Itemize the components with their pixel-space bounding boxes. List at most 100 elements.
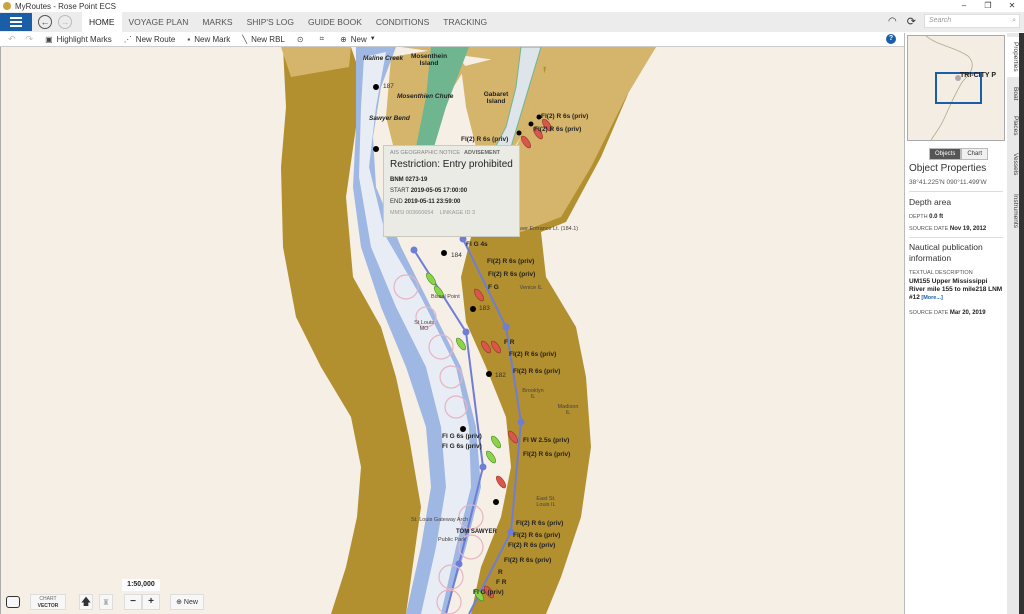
pub-source-value: Mar 20, 2019 <box>949 310 986 316</box>
lighthouse-icon[interactable]: ♜ <box>99 594 113 610</box>
toolbar: ↶ ↷ ▣ Highlight Marks ⋰ New Route ▪ New … <box>0 32 1024 47</box>
label-tom-sawyer: TOM SAWYER <box>456 529 497 535</box>
search-icon[interactable]: ⌕ <box>1012 15 1016 27</box>
label-gateway-arch: St. Louis Gateway Arch <box>411 517 469 523</box>
vector-label: VECTOR <box>37 603 59 609</box>
tab-guide-book[interactable]: GUIDE BOOK <box>301 12 369 32</box>
zoom-in-button[interactable]: + <box>142 594 160 610</box>
vtab-properties[interactable]: Properties <box>1007 37 1019 77</box>
ribbon-tabbar: ← → HOME VOYAGE PLAN MARKS SHIP'S LOG GU… <box>0 12 1024 32</box>
app-icon <box>3 2 11 10</box>
popup-end-label: END <box>390 199 403 205</box>
label-mile-182: 182 <box>495 372 506 379</box>
maximize-button[interactable]: ❐ <box>976 0 1000 12</box>
label-st-louis-mo: St Louis MO <box>414 320 434 332</box>
target-button[interactable]: ⊙ <box>297 35 308 44</box>
highlight-marks-icon: ▣ <box>45 34 53 44</box>
measure-icon: ⌗ <box>319 34 325 43</box>
ais-notice-popup: AIS GEOGRAPHIC NOTICE ADVISEMENT Restrict… <box>383 145 520 237</box>
label-light-9: Fl(2) R 6s (priv) <box>516 520 564 527</box>
tab-marks[interactable]: MARKS <box>195 12 239 32</box>
nautical-pub-heading: Nautical publication information <box>909 242 983 263</box>
tab-tracking[interactable]: TRACKING <box>436 12 494 32</box>
new-rbl-label: New RBL <box>251 34 285 44</box>
new-object-button[interactable]: ⊕ New <box>170 594 204 610</box>
label-light-11: Fl(2) R 6s (priv) <box>508 542 556 549</box>
new-rbl-button[interactable]: ╲ New RBL <box>242 35 285 44</box>
depth-label: DEPTH <box>909 214 928 220</box>
label-fl-w: Fl W 2.5s (priv) <box>523 437 570 444</box>
back-button[interactable]: ← <box>38 15 52 29</box>
plus-circle-icon: ⊕ <box>340 34 347 44</box>
label-light-5: Fl(2) R 6s (priv) <box>488 271 536 278</box>
help-icon[interactable]: ? <box>886 34 896 44</box>
chart-vector-button[interactable]: CHART VECTOR <box>30 594 66 610</box>
tab-home[interactable]: HOME <box>82 12 122 32</box>
pub-source-row: SOURCE DATE Mar 20, 2019 <box>909 309 1005 317</box>
label-light-13: Fl G (priv) <box>473 589 504 596</box>
search-input[interactable]: Search ⌕ <box>924 14 1020 28</box>
target-icon: ⊙ <box>296 34 304 44</box>
label-mosenthein-island: Mosenthein Island <box>410 53 448 67</box>
zoom-out-button[interactable]: − <box>124 594 142 610</box>
rss-feed-icon[interactable]: ◠ <box>888 16 897 27</box>
panel-coords: 38°41.225'N 090°11.499'W <box>909 179 987 186</box>
depth-value: 0.0 ft <box>929 214 944 220</box>
seg-chart[interactable]: Chart <box>961 148 989 160</box>
label-fr-2: F R <box>496 579 507 586</box>
label-light-6: Fl(2) R 6s (priv) <box>509 351 557 358</box>
new-dropdown-button[interactable]: ⊕ New ▼ <box>340 35 376 44</box>
new-route-button[interactable]: ⋰ New Route <box>124 35 176 44</box>
depth-area-heading: Depth area <box>909 197 952 207</box>
divider <box>909 191 1003 192</box>
forward-button[interactable]: → <box>58 15 72 29</box>
popup-title: Restriction: Entry prohibited <box>390 159 513 170</box>
undo-icon[interactable]: ↶ <box>8 34 16 45</box>
desc-label: TEXTUAL DESCRIPTION <box>909 270 973 276</box>
more-link[interactable]: [More...] <box>921 295 942 301</box>
label-light-10: Fl(2) R 6s (priv) <box>513 532 561 539</box>
new-mark-button[interactable]: ▪ New Mark <box>187 35 230 44</box>
vtab-places[interactable]: Places <box>1007 113 1019 139</box>
seg-objects[interactable]: Objects <box>929 148 962 160</box>
label-sawyer-bend: Sawyer Bend <box>369 115 410 122</box>
vtab-vessels[interactable]: Vessels <box>1007 149 1019 179</box>
close-button[interactable]: ✕ <box>1000 0 1024 12</box>
label-light-8: Fl(2) R 6s (priv) <box>523 451 571 458</box>
tab-voyage-plan[interactable]: VOYAGE PLAN <box>122 12 196 32</box>
chart-map[interactable]: Maline Creek Mosenthein Island Mosenthie… <box>0 47 904 614</box>
vtab-boat[interactable]: Boat <box>1007 83 1019 105</box>
label-brooklyn: Brooklyn IL <box>522 388 544 400</box>
new-label: New <box>350 34 367 44</box>
tab-conditions[interactable]: CONDITIONS <box>369 12 436 32</box>
popup-linkage-value: 3 <box>471 210 476 216</box>
scrollbar[interactable] <box>1019 33 1024 614</box>
depth-row: DEPTH 0.0 ft <box>909 213 1005 221</box>
sync-icon[interactable]: ⟳ <box>907 15 916 28</box>
label-light-12: Fl(2) R 6s (priv) <box>504 557 552 564</box>
vertical-tabs: Properties Boat Places Vessels Instrumen… <box>1007 33 1019 614</box>
label-fl-g-4s: Fl G 4s <box>466 241 488 248</box>
redo-icon[interactable]: ↷ <box>26 34 34 45</box>
popup-linkage-label: LINKAGE ID <box>439 210 471 216</box>
north-up-icon[interactable]: 🡅 <box>79 594 93 610</box>
popup-end-value: 2019-05-11 23:59:00 <box>404 199 461 205</box>
measure-button[interactable]: ⌗ <box>320 34 329 44</box>
label-madison: Madison IL <box>557 404 579 416</box>
label-mile-187: 187 <box>383 83 394 90</box>
label-light-2: Fl(2) R 6s (priv) <box>534 126 582 133</box>
label-light-1: Fl(2) R 6s (priv) <box>541 113 589 120</box>
minimize-button[interactable]: – <box>952 0 976 12</box>
vtab-instruments[interactable]: Instruments <box>1007 188 1019 234</box>
rbl-icon: ╲ <box>242 34 248 44</box>
route-icon: ⋰ <box>123 34 132 44</box>
label-light-7: Fl(2) R 6s (priv) <box>513 368 561 375</box>
depth-source-value: Nov 19, 2012 <box>949 226 987 232</box>
screen-toggle-icon[interactable] <box>6 596 20 608</box>
overview-minimap[interactable]: TRI-CITY P <box>907 35 1005 141</box>
main-menu-button[interactable] <box>0 13 32 31</box>
label-entrance-light: Lower Entrance Lt. (184.1) <box>513 226 579 232</box>
tab-ships-log[interactable]: SHIP'S LOG <box>240 12 301 32</box>
minimap-label: TRI-CITY P <box>960 72 997 79</box>
highlight-marks-button[interactable]: ▣ Highlight Marks <box>45 35 112 44</box>
